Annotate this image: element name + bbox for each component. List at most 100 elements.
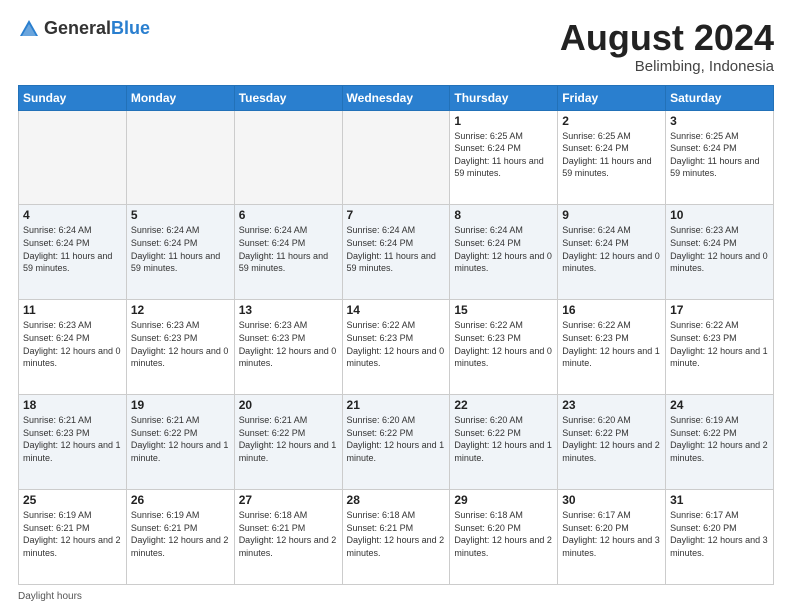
calendar-cell [19, 110, 127, 205]
day-number: 4 [23, 208, 122, 222]
day-number: 31 [670, 493, 769, 507]
calendar-cell: 27Sunrise: 6:18 AMSunset: 6:21 PMDayligh… [234, 490, 342, 585]
logo-text: GeneralBlue [44, 19, 150, 39]
calendar-cell [126, 110, 234, 205]
day-info: Sunrise: 6:20 AMSunset: 6:22 PMDaylight:… [347, 414, 446, 464]
day-info: Sunrise: 6:22 AMSunset: 6:23 PMDaylight:… [670, 319, 769, 369]
day-number: 19 [131, 398, 230, 412]
day-number: 26 [131, 493, 230, 507]
day-number: 15 [454, 303, 553, 317]
calendar-cell: 25 Sunrise: 6:19 AMSunset: 6:21 PMDayligh… [19, 490, 127, 585]
calendar-cell: 15 Sunrise: 6:22 AMSunset: 6:23 PMDayligh… [450, 300, 558, 395]
calendar-cell: 31 Sunrise: 6:17 AMSunset: 6:20 PMDayligh… [666, 490, 774, 585]
day-number: 2 [562, 114, 661, 128]
calendar-cell: 16Sunrise: 6:22 AMSunset: 6:23 PMDayligh… [558, 300, 666, 395]
day-info: Sunrise: 6:23 AMSunset: 6:23 PMDaylight:… [239, 319, 338, 369]
day-info: Sunrise: 6:22 AMSunset: 6:23 PMDaylight:… [347, 319, 446, 369]
calendar-cell: 12 Sunrise: 6:23 AMSunset: 6:23 PMDayligh… [126, 300, 234, 395]
calendar-cell: 6Sunrise: 6:24 AMSunset: 6:24 PMDaylight… [234, 205, 342, 300]
calendar-day-header: Saturday [666, 85, 774, 110]
calendar-cell [234, 110, 342, 205]
day-info: Sunrise: 6:19 AMSunset: 6:21 PMDaylight:… [131, 509, 230, 559]
day-number: 18 [23, 398, 122, 412]
day-info: Sunrise: 6:21 AMSunset: 6:22 PMDaylight:… [239, 414, 338, 464]
calendar-cell: 8 Sunrise: 6:24 AMSunset: 6:24 PMDaylight… [450, 205, 558, 300]
calendar-cell: 10 Sunrise: 6:23 AMSunset: 6:24 PMDayligh… [666, 205, 774, 300]
calendar-day-header: Monday [126, 85, 234, 110]
page-location: Belimbing, Indonesia [560, 58, 774, 75]
day-info: Sunrise: 6:25 AMSunset: 6:24 PMDaylight:… [562, 130, 661, 180]
day-info: Sunrise: 6:19 AMSunset: 6:21 PMDaylight:… [23, 509, 122, 559]
calendar-day-header: Wednesday [342, 85, 450, 110]
day-number: 22 [454, 398, 553, 412]
day-number: 14 [347, 303, 446, 317]
day-number: 23 [562, 398, 661, 412]
day-info: Sunrise: 6:18 AMSunset: 6:21 PMDaylight:… [347, 509, 446, 559]
calendar-cell: 22 Sunrise: 6:20 AMSunset: 6:22 PMDayligh… [450, 395, 558, 490]
logo-icon [18, 18, 40, 40]
day-number: 6 [239, 208, 338, 222]
day-info: Sunrise: 6:17 AMSunset: 6:20 PMDaylight:… [562, 509, 661, 559]
calendar-day-header: Friday [558, 85, 666, 110]
day-info: Sunrise: 6:23 AMSunset: 6:24 PMDaylight:… [670, 224, 769, 274]
calendar-cell: 11 Sunrise: 6:23 AMSunset: 6:24 PMDayligh… [19, 300, 127, 395]
day-info: Sunrise: 6:22 AMSunset: 6:23 PMDaylight:… [562, 319, 661, 369]
day-info: Sunrise: 6:23 AMSunset: 6:23 PMDaylight:… [131, 319, 230, 369]
calendar-cell: 14 Sunrise: 6:22 AMSunset: 6:23 PMDayligh… [342, 300, 450, 395]
day-info: Sunrise: 6:20 AMSunset: 6:22 PMDaylight:… [562, 414, 661, 464]
day-number: 11 [23, 303, 122, 317]
day-info: Sunrise: 6:22 AMSunset: 6:23 PMDaylight:… [454, 319, 553, 369]
day-number: 28 [347, 493, 446, 507]
calendar-week-row: 18Sunrise: 6:21 AMSunset: 6:23 PMDayligh… [19, 395, 774, 490]
calendar-cell: 26 Sunrise: 6:19 AMSunset: 6:21 PMDayligh… [126, 490, 234, 585]
calendar-cell: 9Sunrise: 6:24 AMSunset: 6:24 PMDaylight… [558, 205, 666, 300]
calendar-cell: 17Sunrise: 6:22 AMSunset: 6:23 PMDayligh… [666, 300, 774, 395]
calendar-cell: 5Sunrise: 6:24 AMSunset: 6:24 PMDaylight… [126, 205, 234, 300]
calendar-cell: 21 Sunrise: 6:20 AMSunset: 6:22 PMDayligh… [342, 395, 450, 490]
day-number: 7 [347, 208, 446, 222]
day-number: 1 [454, 114, 553, 128]
daylight-label: Daylight hours [18, 591, 82, 602]
day-info: Sunrise: 6:17 AMSunset: 6:20 PMDaylight:… [670, 509, 769, 559]
calendar-cell: 23 Sunrise: 6:20 AMSunset: 6:22 PMDayligh… [558, 395, 666, 490]
calendar-cell: 29 Sunrise: 6:18 AMSunset: 6:20 PMDayligh… [450, 490, 558, 585]
day-info: Sunrise: 6:18 AMSunset: 6:20 PMDaylight:… [454, 509, 553, 559]
day-info: Sunrise: 6:23 AMSunset: 6:24 PMDaylight:… [23, 319, 122, 369]
calendar-week-row: 4 Sunrise: 6:24 AMSunset: 6:24 PMDaylight… [19, 205, 774, 300]
logo-general: General [44, 18, 111, 38]
day-number: 13 [239, 303, 338, 317]
day-info: Sunrise: 6:24 AMSunset: 6:24 PMDaylight:… [454, 224, 553, 274]
day-info: Sunrise: 6:25 AMSunset: 6:24 PMDaylight:… [454, 130, 553, 180]
day-number: 12 [131, 303, 230, 317]
calendar-day-header: Thursday [450, 85, 558, 110]
logo: GeneralBlue [18, 18, 150, 40]
calendar-week-row: 1 Sunrise: 6:25 AMSunset: 6:24 PMDaylight… [19, 110, 774, 205]
calendar-cell: 20 Sunrise: 6:21 AMSunset: 6:22 PMDayligh… [234, 395, 342, 490]
day-number: 29 [454, 493, 553, 507]
day-info: Sunrise: 6:19 AMSunset: 6:22 PMDaylight:… [670, 414, 769, 464]
day-info: Sunrise: 6:18 AMSunset: 6:21 PMDaylight:… [239, 509, 338, 559]
calendar-cell [342, 110, 450, 205]
calendar-day-header: Tuesday [234, 85, 342, 110]
calendar-header-row: SundayMondayTuesdayWednesdayThursdayFrid… [19, 85, 774, 110]
day-info: Sunrise: 6:21 AMSunset: 6:22 PMDaylight:… [131, 414, 230, 464]
day-number: 10 [670, 208, 769, 222]
day-number: 21 [347, 398, 446, 412]
day-number: 20 [239, 398, 338, 412]
calendar-cell: 13 Sunrise: 6:23 AMSunset: 6:23 PMDayligh… [234, 300, 342, 395]
day-number: 3 [670, 114, 769, 128]
day-number: 24 [670, 398, 769, 412]
logo-blue: Blue [111, 18, 150, 38]
day-info: Sunrise: 6:20 AMSunset: 6:22 PMDaylight:… [454, 414, 553, 464]
day-number: 8 [454, 208, 553, 222]
day-info: Sunrise: 6:25 AMSunset: 6:24 PMDaylight:… [670, 130, 769, 180]
title-block: August 2024 Belimbing, Indonesia [560, 18, 774, 75]
calendar-week-row: 11 Sunrise: 6:23 AMSunset: 6:24 PMDayligh… [19, 300, 774, 395]
page: GeneralBlue August 2024 Belimbing, Indon… [0, 0, 792, 612]
calendar-cell: 28 Sunrise: 6:18 AMSunset: 6:21 PMDayligh… [342, 490, 450, 585]
calendar-cell: 2 Sunrise: 6:25 AMSunset: 6:24 PMDaylight… [558, 110, 666, 205]
day-number: 30 [562, 493, 661, 507]
day-number: 25 [23, 493, 122, 507]
calendar-cell: 24 Sunrise: 6:19 AMSunset: 6:22 PMDayligh… [666, 395, 774, 490]
page-title: August 2024 [560, 18, 774, 58]
